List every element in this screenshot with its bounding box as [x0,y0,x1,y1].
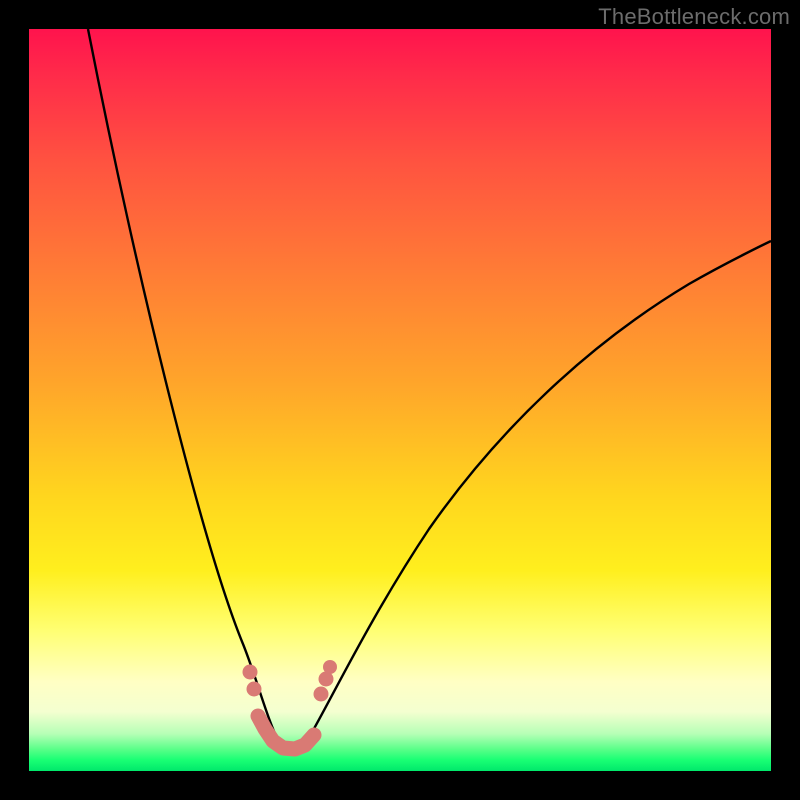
bottleneck-curve [88,29,771,749]
marker-dot [243,665,258,680]
marker-dot [247,682,262,697]
marker-dot [323,660,337,674]
plot-area [29,29,771,771]
marker-dot [314,687,329,702]
watermark-text: TheBottleneck.com [598,4,790,30]
marker-cluster [258,716,314,749]
chart-frame: TheBottleneck.com [0,0,800,800]
curve-layer [29,29,771,771]
